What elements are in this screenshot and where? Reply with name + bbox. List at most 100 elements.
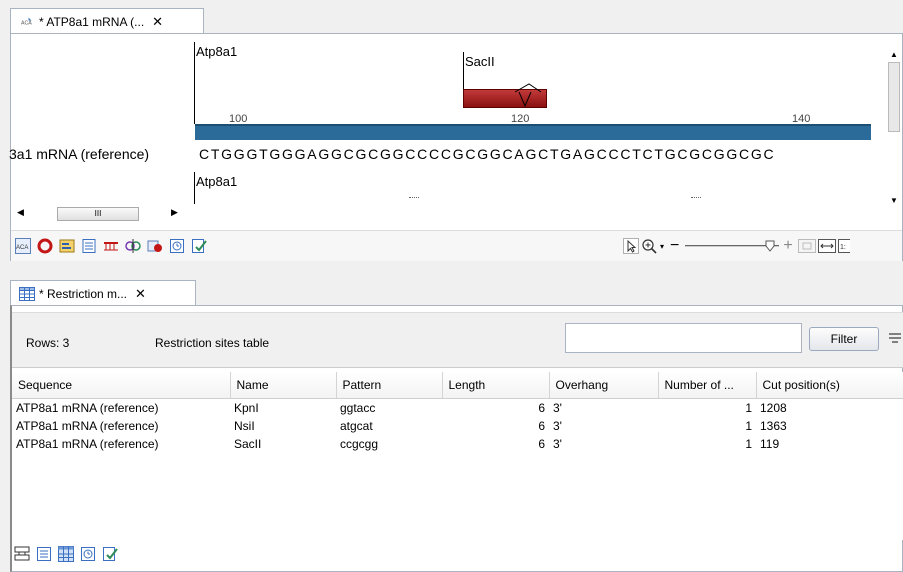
enzyme-marker-line <box>463 52 464 92</box>
text-view-icon[interactable] <box>81 238 97 254</box>
ruler-stub <box>409 197 419 200</box>
restriction-map-icon[interactable] <box>103 238 119 254</box>
column-header-number-of[interactable]: Number of ... <box>658 372 757 399</box>
cell-number: 1 <box>745 401 752 415</box>
sequence-residues[interactable]: CTGGGTGGGAGGCGCGGCCCCGCGGCAGCTGAGCCCTCTG… <box>199 146 775 162</box>
cell-number: 1 <box>745 419 752 433</box>
column-options-icon[interactable] <box>888 332 902 344</box>
gene-label: Atp8a1 <box>196 44 238 59</box>
table-row[interactable]: ATP8a1 mRNA (reference) NsiI atgcat 6 3'… <box>12 417 903 435</box>
zoom-controls: ▾ − + 1: <box>623 236 850 256</box>
sequence-view-panel: Atp8a1 SacII 100 120 140 3a1 mRNA (refer… <box>9 33 903 261</box>
scroll-right-icon[interactable]: ▶ <box>171 207 178 218</box>
sequence-name: 3a1 mRNA (reference) <box>9 146 150 162</box>
scroll-left-icon[interactable]: ◀ <box>17 207 24 218</box>
table-icon <box>19 286 35 301</box>
cell-name: KpnI <box>234 401 259 415</box>
cell-length: 6 <box>538 437 545 451</box>
column-header-sequence[interactable]: Sequence <box>12 372 231 399</box>
zoom-to-selection-icon[interactable] <box>797 239 816 253</box>
svg-text:ACA: ACA <box>16 245 28 251</box>
column-header-cut-positions[interactable]: Cut position(s) <box>756 372 903 399</box>
close-icon[interactable]: ✕ <box>152 14 163 30</box>
table-view-icon[interactable] <box>58 546 74 562</box>
cell-name: NsiI <box>234 419 255 433</box>
zoom-slider[interactable] <box>685 240 780 252</box>
cell-pattern: ccgcgg <box>340 437 379 451</box>
history-icon[interactable] <box>80 546 96 562</box>
zoom-out-button[interactable]: − <box>670 237 679 255</box>
zoom-to-fit-icon[interactable] <box>817 239 836 253</box>
svg-text:1:: 1: <box>840 244 846 251</box>
cell-cut-position: 1208 <box>760 401 787 415</box>
cell-cut-position: 119 <box>760 437 780 451</box>
tab-restriction-map[interactable]: * Restriction m... ✕ <box>10 280 196 306</box>
cell-pattern: ggtacc <box>340 401 376 415</box>
history-icon[interactable] <box>169 238 185 254</box>
filter-input[interactable] <box>565 323 802 353</box>
graphical-view-icon[interactable] <box>14 546 30 562</box>
table-title: Restriction sites table <box>155 336 270 350</box>
cell-pattern: atgcat <box>340 419 373 433</box>
bottom-view-switcher <box>14 546 124 562</box>
sequence-track-bar[interactable] <box>195 124 871 140</box>
tab-title: * ATP8a1 mRNA (... <box>39 14 145 29</box>
scroll-thumb-horizontal[interactable]: III <box>57 207 139 221</box>
annotation-table-icon[interactable] <box>59 238 75 254</box>
horizontal-scrollbar[interactable]: ◀ III ▶ <box>11 206 191 222</box>
cell-overhang: 3' <box>553 401 562 415</box>
cell-sequence: ATP8a1 mRNA (reference) <box>16 437 159 451</box>
panel-splitter[interactable] <box>10 263 903 268</box>
dna-sequence-icon: ACA <box>21 17 32 26</box>
restriction-sites-table: Sequence Name Pattern Length Overhang Nu… <box>12 372 903 540</box>
cell-sequence: ATP8a1 mRNA (reference) <box>16 401 159 415</box>
cell-overhang: 3' <box>553 419 562 433</box>
gene-annotation-line-bottom <box>194 172 195 204</box>
cut-site-icon <box>514 83 542 108</box>
settings-icon[interactable] <box>147 238 163 254</box>
column-header-name[interactable]: Name <box>230 372 337 399</box>
close-icon[interactable]: ✕ <box>135 286 146 302</box>
tab-atp8a1-mrna[interactable]: ACA * ATP8a1 mRNA (... ✕ <box>10 8 204 34</box>
cell-length: 6 <box>538 401 545 415</box>
cell-name: SacII <box>234 437 262 451</box>
table-header-row: Sequence Name Pattern Length Overhang Nu… <box>12 372 903 399</box>
cell-sequence: ATP8a1 mRNA (reference) <box>16 419 159 433</box>
enzyme-label[interactable]: SacII <box>465 54 495 69</box>
view-switcher: ACA <box>15 238 213 254</box>
ruler-stub <box>691 197 701 200</box>
scroll-down-icon[interactable]: ▼ <box>890 196 898 205</box>
column-header-pattern[interactable]: Pattern <box>336 372 443 399</box>
view-toolbar: ACA ▾ − + 1: <box>11 230 902 261</box>
zoom-slider-thumb[interactable] <box>765 240 775 252</box>
restriction-table-panel: Rows: 3 Restriction sites table Filter S… <box>10 305 903 572</box>
tab-title: * Restriction m... <box>39 286 128 301</box>
element-info-icon[interactable] <box>102 546 118 562</box>
rows-count: Rows: 3 <box>26 336 70 350</box>
filter-button[interactable]: Filter <box>809 327 879 351</box>
pointer-icon[interactable] <box>623 238 639 254</box>
cut-sites-icon[interactable] <box>125 238 141 254</box>
table-row[interactable]: ATP8a1 mRNA (reference) KpnI ggtacc 6 3'… <box>12 399 903 418</box>
column-header-overhang[interactable]: Overhang <box>549 372 659 399</box>
table-row[interactable]: ATP8a1 mRNA (reference) SacII ccgcgg 6 3… <box>12 435 903 453</box>
zoom-in-button[interactable]: + <box>783 237 792 255</box>
cell-length: 6 <box>538 419 545 433</box>
zoom-in-icon[interactable] <box>641 238 659 254</box>
element-info-icon[interactable] <box>191 238 207 254</box>
column-header-length[interactable]: Length <box>442 372 550 399</box>
vertical-scrollbar[interactable]: ▲ ▼ <box>888 50 900 208</box>
scroll-thumb[interactable] <box>888 62 900 132</box>
zoom-dropdown-icon[interactable]: ▾ <box>660 242 664 251</box>
list-view-icon[interactable] <box>36 546 52 562</box>
cell-number: 1 <box>745 437 752 451</box>
scroll-up-icon[interactable]: ▲ <box>890 50 898 59</box>
gene-annotation-line <box>194 42 195 124</box>
cell-overhang: 3' <box>553 437 562 451</box>
gene-label-bottom: Atp8a1 <box>196 174 238 189</box>
circular-view-icon[interactable] <box>37 238 53 254</box>
sequence-view-icon[interactable]: ACA <box>15 238 31 254</box>
cell-cut-position: 1363 <box>760 419 787 433</box>
zoom-to-base-icon[interactable]: 1: <box>837 239 850 253</box>
table-header-bar: Rows: 3 Restriction sites table Filter <box>12 312 903 368</box>
